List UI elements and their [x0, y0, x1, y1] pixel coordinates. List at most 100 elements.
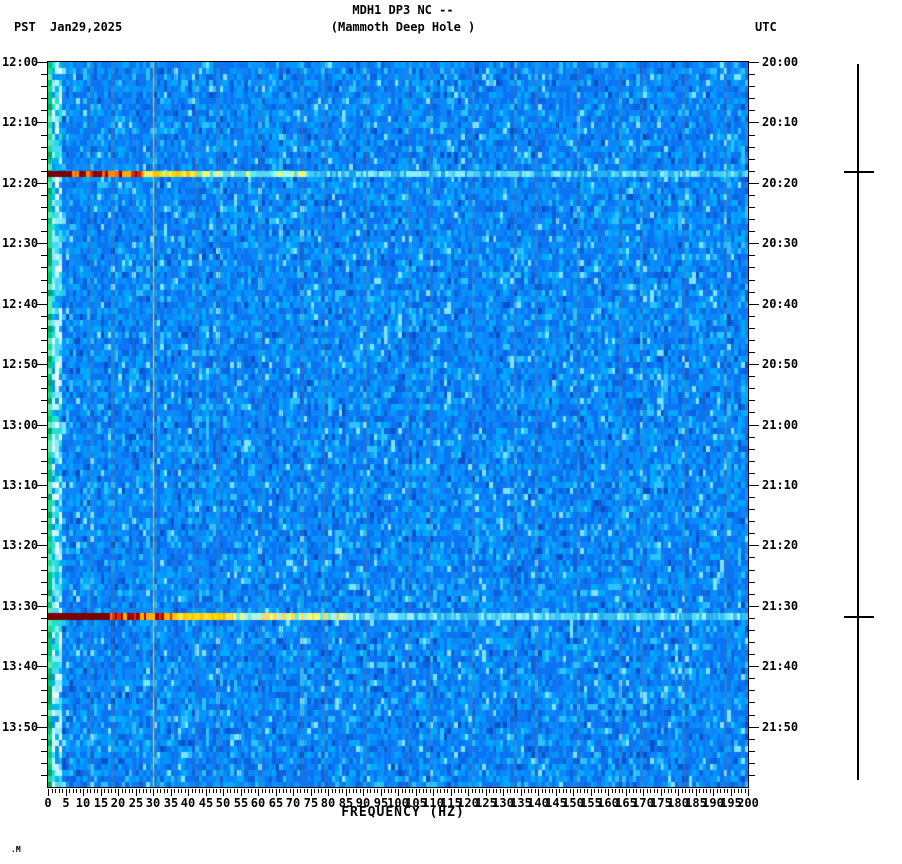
time-label-pst: 12:30 [2, 236, 39, 250]
time-tick-major [749, 606, 759, 607]
time-tick-minor [41, 618, 47, 619]
freq-tick-minor [104, 789, 105, 793]
freq-tick-minor [395, 789, 396, 793]
freq-tick-minor [391, 789, 392, 793]
time-tick-minor [749, 86, 755, 87]
freq-tick-minor [717, 789, 718, 793]
time-tick-minor [749, 509, 755, 510]
time-tick-minor [749, 328, 755, 329]
freq-tick-major [363, 789, 364, 796]
time-tick-minor [41, 449, 47, 450]
freq-tick-major [83, 789, 84, 796]
frequency-axis-label: FREQUENCY (HZ) [341, 805, 465, 820]
time-tick-minor [749, 255, 755, 256]
time-tick-minor [749, 388, 755, 389]
freq-tick-minor [482, 789, 483, 793]
freq-tick-major [241, 789, 242, 796]
freq-tick-major [661, 789, 662, 796]
freq-tick-minor [402, 789, 403, 793]
freq-tick-minor [622, 789, 623, 793]
freq-tick-minor [419, 789, 420, 793]
time-tick-major [37, 304, 47, 305]
freq-tick-minor [325, 789, 326, 793]
time-tick-minor [749, 702, 755, 703]
freq-tick-minor [251, 789, 252, 793]
time-tick-minor [749, 618, 755, 619]
freq-tick-minor [636, 789, 637, 793]
freq-tick-minor [321, 789, 322, 793]
time-tick-minor [749, 521, 755, 522]
freq-tick-minor [447, 789, 448, 793]
freq-tick-minor [356, 789, 357, 793]
freq-tick-minor [150, 789, 151, 793]
event-mark-tick [844, 616, 874, 618]
time-tick-minor [41, 267, 47, 268]
time-tick-minor [41, 570, 47, 571]
freq-tick-minor [377, 789, 378, 793]
freq-tick-minor [594, 789, 595, 793]
freq-tick-minor [248, 789, 249, 793]
time-tick-minor [41, 328, 47, 329]
freq-tick-minor [388, 789, 389, 793]
freq-tick-major [713, 789, 714, 796]
freq-tick-minor [370, 789, 371, 793]
time-tick-minor [749, 461, 755, 462]
freq-tick-minor [237, 789, 238, 793]
time-tick-minor [749, 630, 755, 631]
freq-tick-minor [297, 789, 298, 793]
freq-tick-major [118, 789, 119, 796]
time-tick-minor [41, 751, 47, 752]
freq-tick-minor [465, 789, 466, 793]
time-tick-minor [41, 74, 47, 75]
freq-tick-minor [706, 789, 707, 793]
freq-tick-major [696, 789, 697, 796]
freq-tick-minor [430, 789, 431, 793]
freq-tick-major [521, 789, 522, 796]
time-tick-minor [749, 135, 755, 136]
time-tick-minor [749, 352, 755, 353]
freq-tick-minor [59, 789, 60, 793]
freq-tick-minor [230, 789, 231, 793]
time-tick-minor [41, 715, 47, 716]
time-tick-major [37, 606, 47, 607]
freq-tick-major [293, 789, 294, 796]
freq-tick-minor [657, 789, 658, 793]
freq-tick-minor [244, 789, 245, 793]
freq-tick-minor [143, 789, 144, 793]
time-tick-minor [41, 388, 47, 389]
freq-tick-minor [682, 789, 683, 793]
time-tick-minor [749, 497, 755, 498]
time-tick-major [37, 122, 47, 123]
time-tick-minor [41, 473, 47, 474]
freq-tick-minor [619, 789, 620, 793]
time-tick-minor [41, 255, 47, 256]
time-label-pst: 12:10 [2, 115, 39, 129]
freq-tick-major [608, 789, 609, 796]
freq-tick-major [468, 789, 469, 796]
freq-tick-minor [692, 789, 693, 793]
freq-tick-major [433, 789, 434, 796]
freq-tick-minor [563, 789, 564, 793]
time-tick-minor [41, 497, 47, 498]
freq-tick-minor [542, 789, 543, 793]
freq-tick-minor [374, 789, 375, 793]
freq-tick-minor [598, 789, 599, 793]
time-label-pst: 13:10 [2, 478, 39, 492]
freq-tick-minor [265, 789, 266, 793]
time-tick-minor [41, 207, 47, 208]
freq-tick-minor [115, 789, 116, 793]
freq-tick-minor [405, 789, 406, 793]
time-tick-minor [749, 582, 755, 583]
freq-tick-minor [129, 789, 130, 793]
freq-tick-minor [584, 789, 585, 793]
time-tick-minor [41, 739, 47, 740]
time-tick-major [37, 666, 47, 667]
timezone-left-label: PST [14, 20, 36, 34]
freq-tick-minor [552, 789, 553, 793]
freq-tick-minor [55, 789, 56, 793]
time-label-pst: 12:20 [2, 176, 39, 190]
time-tick-minor [749, 715, 755, 716]
time-tick-minor [41, 509, 47, 510]
time-tick-minor [749, 400, 755, 401]
freq-tick-minor [87, 789, 88, 793]
